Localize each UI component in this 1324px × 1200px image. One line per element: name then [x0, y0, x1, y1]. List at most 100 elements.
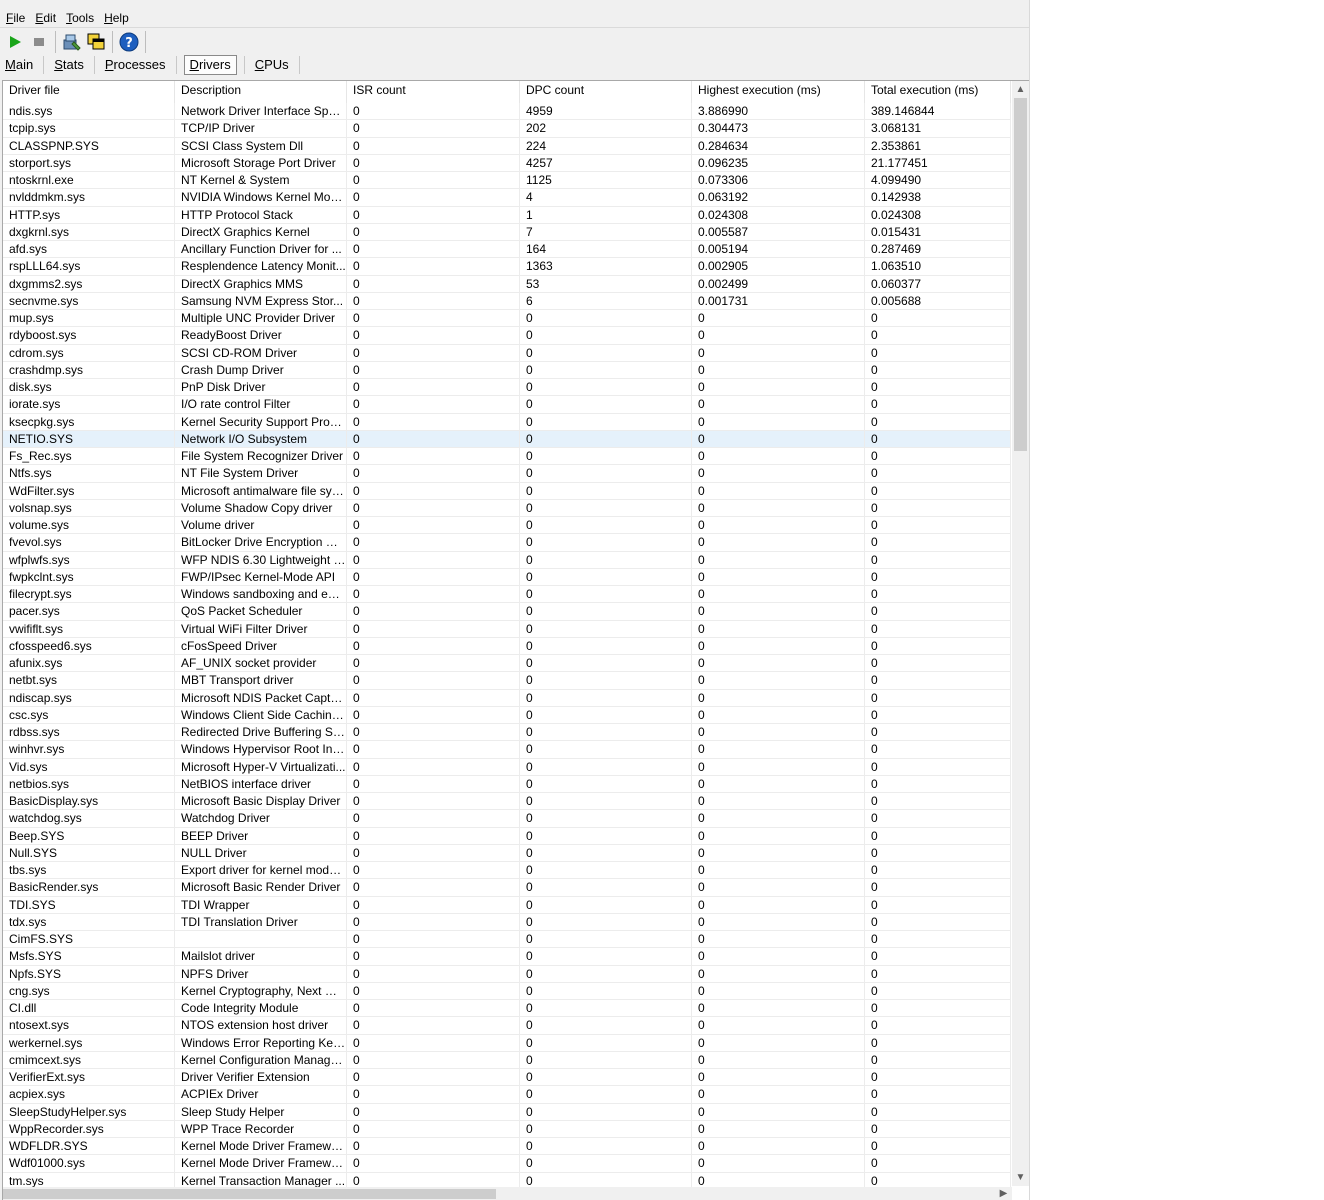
tab-cpus[interactable]: CPUs [250, 55, 294, 75]
scroll-down-arrow-icon[interactable]: ▼ [1012, 1169, 1029, 1186]
tab-divider [93, 56, 95, 74]
cell-highest-execution: 0 [692, 396, 865, 413]
menu-file[interactable]: File [0, 8, 29, 28]
table-row[interactable]: werkernel.sys Windows Error Reporting Ker… [3, 1034, 1011, 1052]
table-row[interactable]: WdFilter.sys Microsoft antimalware file s… [3, 482, 1011, 500]
table-row[interactable]: tdx.sys TDI Translation Driver 0 0 0 0 [3, 913, 1011, 931]
table-row[interactable]: NETIO.SYS Network I/O Subsystem 0 0 0 0 [3, 430, 1011, 448]
table-row[interactable]: dxgmms2.sys DirectX Graphics MMS 0 53 0.0024… [3, 275, 1011, 293]
table-row[interactable]: cng.sys Kernel Cryptography, Next Ge... 0 0… [3, 982, 1011, 1000]
help-button[interactable]: ? [118, 31, 140, 53]
start-button[interactable] [4, 31, 26, 53]
table-row[interactable]: ndis.sys Network Driver Interface Speci..… [3, 103, 1011, 121]
scroll-up-arrow-icon[interactable]: ▲ [1012, 81, 1029, 98]
table-row[interactable]: Fs_Rec.sys File System Recognizer Driver 0… [3, 448, 1011, 466]
table-row[interactable]: BasicDisplay.sys Microsoft Basic Display … [3, 793, 1011, 811]
table-row[interactable]: watchdog.sys Watchdog Driver 0 0 0 0 [3, 810, 1011, 828]
table-row[interactable]: SleepStudyHelper.sys Sleep Study Helper 0 0… [3, 1103, 1011, 1121]
table-row[interactable]: CI.dll Code Integrity Module 0 0 0 0 [3, 1000, 1011, 1018]
table-row[interactable]: iorate.sys I/O rate control Filter 0 0 0 0 [3, 396, 1011, 414]
table-row[interactable]: CimFS.SYS 0 0 0 0 [3, 931, 1011, 949]
table-row[interactable]: ndiscap.sys Microsoft NDIS Packet Captur.… [3, 689, 1011, 707]
cell-dpc-count: 0 [520, 1017, 692, 1034]
cell-isr-count: 0 [347, 1034, 520, 1051]
column-header-highest-execution[interactable]: Highest execution (ms) [692, 81, 865, 103]
table-row[interactable]: ntoskrnl.exe NT Kernel & System 0 1125 0.073… [3, 172, 1011, 190]
table-row[interactable]: wfplwfs.sys WFP NDIS 6.30 Lightweight F..… [3, 551, 1011, 569]
menu-edit[interactable]: Edit [29, 8, 60, 28]
table-row[interactable]: WppRecorder.sys WPP Trace Recorder 0 0 0 0 [3, 1120, 1011, 1138]
table-row[interactable]: dxgkrnl.sys DirectX Graphics Kernel 0 7 0.00… [3, 223, 1011, 241]
table-row[interactable]: ksecpkg.sys Kernel Security Support Provi… [3, 413, 1011, 431]
column-header-description[interactable]: Description [175, 81, 347, 103]
table-row[interactable]: ntosext.sys NTOS extension host driver 0 0 0… [3, 1017, 1011, 1035]
table-row[interactable]: storport.sys Microsoft Storage Port Drive… [3, 154, 1011, 172]
stop-button[interactable] [28, 31, 50, 53]
table-row[interactable]: netbt.sys MBT Transport driver 0 0 0 0 [3, 672, 1011, 690]
table-row[interactable]: acpiex.sys ACPIEx Driver 0 0 0 0 [3, 1086, 1011, 1104]
tab-processes[interactable]: Processes [100, 55, 171, 75]
menu-tools[interactable]: Tools [60, 8, 98, 28]
table-row[interactable]: Vid.sys Microsoft Hyper-V Virtualizati...… [3, 758, 1011, 776]
table-row[interactable]: tbs.sys Export driver for kernel mode ...… [3, 862, 1011, 880]
column-header-total-execution[interactable]: Total execution (ms) [865, 81, 1011, 103]
table-row[interactable]: tcpip.sys TCP/IP Driver 0 202 0.304473 3.0681… [3, 120, 1011, 138]
column-header-isr-count[interactable]: ISR count [347, 81, 520, 103]
table-row[interactable]: rdbss.sys Redirected Drive Buffering Su..… [3, 724, 1011, 742]
table-row[interactable]: CLASSPNP.SYS SCSI Class System Dll 0 224 0.2… [3, 137, 1011, 155]
drivers-list[interactable]: Driver file Description ISR count DPC co… [2, 80, 1029, 1200]
scroll-right-arrow-icon[interactable]: ▶ [995, 1187, 1012, 1200]
table-row[interactable]: Null.SYS NULL Driver 0 0 0 0 [3, 844, 1011, 862]
table-row[interactable]: mup.sys Multiple UNC Provider Driver 0 0 0 0 [3, 310, 1011, 328]
column-header-dpc-count[interactable]: DPC count [520, 81, 692, 103]
windows-tool-button[interactable] [85, 31, 107, 53]
table-row[interactable]: BasicRender.sys Microsoft Basic Render Dr… [3, 879, 1011, 897]
table-row[interactable]: rspLLL64.sys Resplendence Latency Monit..… [3, 258, 1011, 276]
table-row[interactable]: pacer.sys QoS Packet Scheduler 0 0 0 0 [3, 603, 1011, 621]
table-row[interactable]: crashdmp.sys Crash Dump Driver 0 0 0 0 [3, 361, 1011, 379]
table-row[interactable]: fwpkclnt.sys FWP/IPsec Kernel-Mode API 0 0 0… [3, 568, 1011, 586]
table-row[interactable]: Beep.SYS BEEP Driver 0 0 0 0 [3, 827, 1011, 845]
table-row[interactable]: cfosspeed6.sys cFosSpeed Driver 0 0 0 0 [3, 637, 1011, 655]
cell-dpc-count: 0 [520, 1000, 692, 1017]
table-row[interactable]: afd.sys Ancillary Function Driver for ...… [3, 241, 1011, 259]
table-row[interactable]: secnvme.sys Samsung NVM Express Stor... 0 6… [3, 292, 1011, 310]
table-row[interactable]: vwififlt.sys Virtual WiFi Filter Driver 0 0… [3, 620, 1011, 638]
table-row[interactable]: afunix.sys AF_UNIX socket provider 0 0 0 0 [3, 655, 1011, 673]
table-row[interactable]: fvevol.sys BitLocker Drive Encryption Dri… [3, 534, 1011, 552]
table-row[interactable]: TDI.SYS TDI Wrapper 0 0 0 0 [3, 896, 1011, 914]
table-row[interactable]: volume.sys Volume driver 0 0 0 0 [3, 517, 1011, 535]
table-row[interactable]: cdrom.sys SCSI CD-ROM Driver 0 0 0 0 [3, 344, 1011, 362]
table-row[interactable]: netbios.sys NetBIOS interface driver 0 0 0 0 [3, 775, 1011, 793]
menu-help[interactable]: Help [98, 8, 133, 28]
table-row[interactable]: Wdf01000.sys Kernel Mode Driver Framewor.… [3, 1155, 1011, 1173]
table-row[interactable]: cmimcext.sys Kernel Configuration Manager… [3, 1051, 1011, 1069]
driver-icon [63, 34, 81, 51]
vertical-scroll-thumb[interactable] [1014, 98, 1027, 451]
table-row[interactable]: nvlddmkm.sys NVIDIA Windows Kernel Mod...… [3, 189, 1011, 207]
column-header-driver-file[interactable]: Driver file [3, 81, 175, 103]
vertical-scrollbar[interactable]: ▲ ▼ [1012, 81, 1029, 1186]
tab-stats[interactable]: Stats [49, 55, 89, 75]
horizontal-scroll-thumb[interactable] [3, 1189, 496, 1199]
table-row[interactable]: HTTP.sys HTTP Protocol Stack 0 1 0.024308 0.0… [3, 206, 1011, 224]
cell-isr-count: 0 [347, 344, 520, 361]
table-row[interactable]: disk.sys PnP Disk Driver 0 0 0 0 [3, 379, 1011, 397]
tab-drivers[interactable]: Drivers [183, 55, 237, 75]
table-row[interactable]: Npfs.SYS NPFS Driver 0 0 0 0 [3, 965, 1011, 983]
cell-description: Sleep Study Helper [175, 1103, 347, 1120]
table-row[interactable]: rdyboost.sys ReadyBoost Driver 0 0 0 0 [3, 327, 1011, 345]
table-row[interactable]: csc.sys Windows Client Side Caching... 0 0 0… [3, 706, 1011, 724]
table-row[interactable]: volsnap.sys Volume Shadow Copy driver 0 0 0 0 [3, 499, 1011, 517]
table-row[interactable]: WDFLDR.SYS Kernel Mode Driver Framewor...… [3, 1138, 1011, 1156]
table-row[interactable]: Ntfs.sys NT File System Driver 0 0 0 0 [3, 465, 1011, 483]
table-row[interactable]: winhvr.sys Windows Hypervisor Root Inte..… [3, 741, 1011, 759]
cell-dpc-count: 4 [520, 189, 692, 206]
table-row[interactable]: filecrypt.sys Windows sandboxing and enc.… [3, 586, 1011, 604]
drivers-tool-button[interactable] [61, 31, 83, 53]
table-row[interactable]: VerifierExt.sys Driver Verifier Extension… [3, 1069, 1011, 1087]
tab-main[interactable]: Main [0, 55, 38, 75]
cell-dpc-count: 0 [520, 465, 692, 482]
table-row[interactable]: Msfs.SYS Mailslot driver 0 0 0 0 [3, 948, 1011, 966]
horizontal-scrollbar[interactable]: ▶ [3, 1187, 1012, 1200]
